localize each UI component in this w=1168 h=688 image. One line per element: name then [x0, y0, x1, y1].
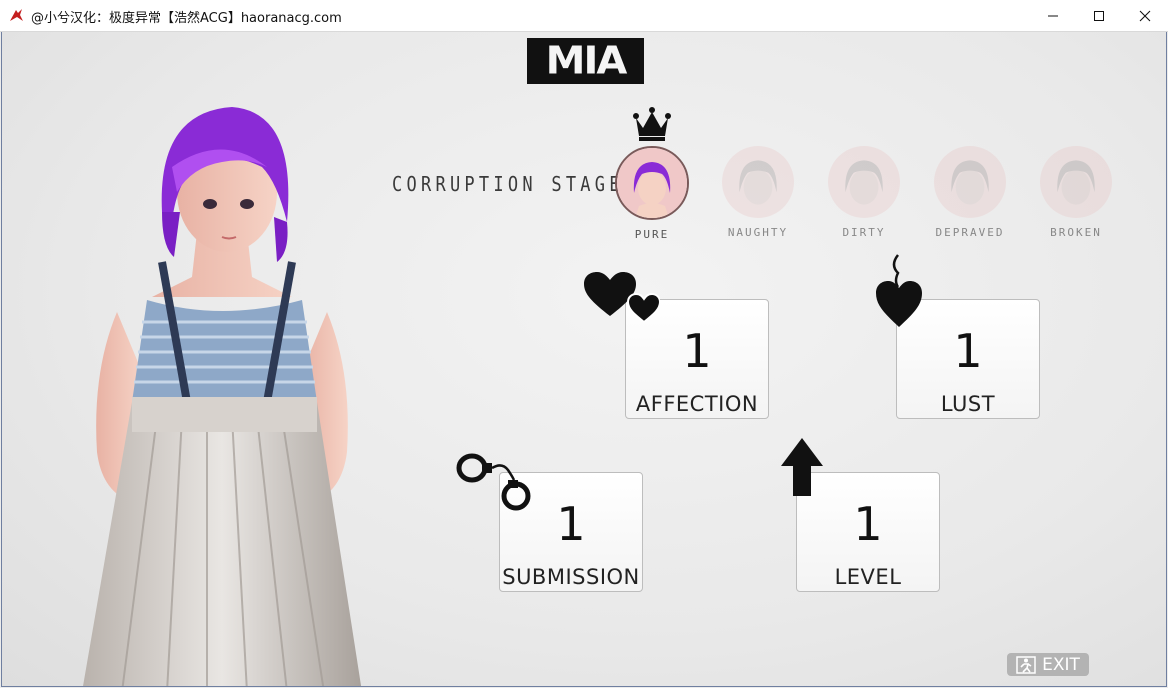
level-value: 1 — [853, 497, 883, 551]
close-button[interactable] — [1122, 0, 1168, 31]
minimize-button[interactable] — [1030, 0, 1076, 31]
affection-label: AFFECTION — [635, 392, 759, 416]
exit-button[interactable]: EXIT — [1007, 653, 1089, 676]
exit-icon — [1016, 655, 1036, 674]
stage-depraved[interactable]: DEPRAVED — [932, 146, 1008, 239]
app-icon — [10, 9, 23, 21]
level-label: LEVEL — [834, 565, 902, 589]
maximize-button[interactable] — [1076, 0, 1122, 31]
affection-value: 1 — [682, 324, 712, 378]
stage-portrait — [1040, 146, 1112, 218]
stage-name: BROKEN — [1050, 226, 1102, 239]
window-title: @小兮汉化：极度异常【浩然ACG】haoranacg.com — [31, 11, 342, 26]
window-titlebar[interactable]: @小兮汉化：极度异常【浩然ACG】haoranacg.com — [0, 0, 1168, 32]
stage-pure[interactable]: PURE — [614, 146, 690, 241]
game-screen: MIA CORRUPTION STAGE: PURE NAUGHTY DIRTY… — [1, 32, 1167, 687]
submission-label: SUBMISSION — [502, 565, 640, 589]
stage-portrait — [615, 146, 689, 220]
stage-portrait — [934, 146, 1006, 218]
character-name: MIA — [545, 39, 628, 83]
exit-label: EXIT — [1042, 654, 1080, 675]
corruption-stage-label: CORRUPTION STAGE: — [392, 172, 639, 196]
stage-portrait — [722, 146, 794, 218]
stage-name: DEPRAVED — [935, 226, 1005, 239]
up-arrow-icon — [781, 438, 823, 496]
handcuffs-icon — [456, 453, 531, 511]
stage-name: NAUGHTY — [727, 226, 789, 239]
stage-broken[interactable]: BROKEN — [1038, 146, 1114, 239]
minimize-icon — [1048, 15, 1058, 16]
flaming-heart-icon — [876, 254, 922, 327]
lust-label: LUST — [940, 392, 996, 416]
stage-name: PURE — [634, 228, 670, 241]
stage-naughty[interactable]: NAUGHTY — [720, 146, 796, 239]
lust-value: 1 — [953, 324, 983, 378]
stage-dirty[interactable]: DIRTY — [826, 146, 902, 239]
character-logo: MIA — [527, 38, 644, 84]
character-portrait — [83, 107, 362, 686]
stage-name: DIRTY — [842, 226, 886, 239]
hearts-icon — [584, 272, 660, 324]
crown-icon — [633, 107, 671, 141]
close-icon — [1139, 10, 1151, 21]
maximize-icon — [1094, 10, 1104, 21]
stage-portrait — [828, 146, 900, 218]
